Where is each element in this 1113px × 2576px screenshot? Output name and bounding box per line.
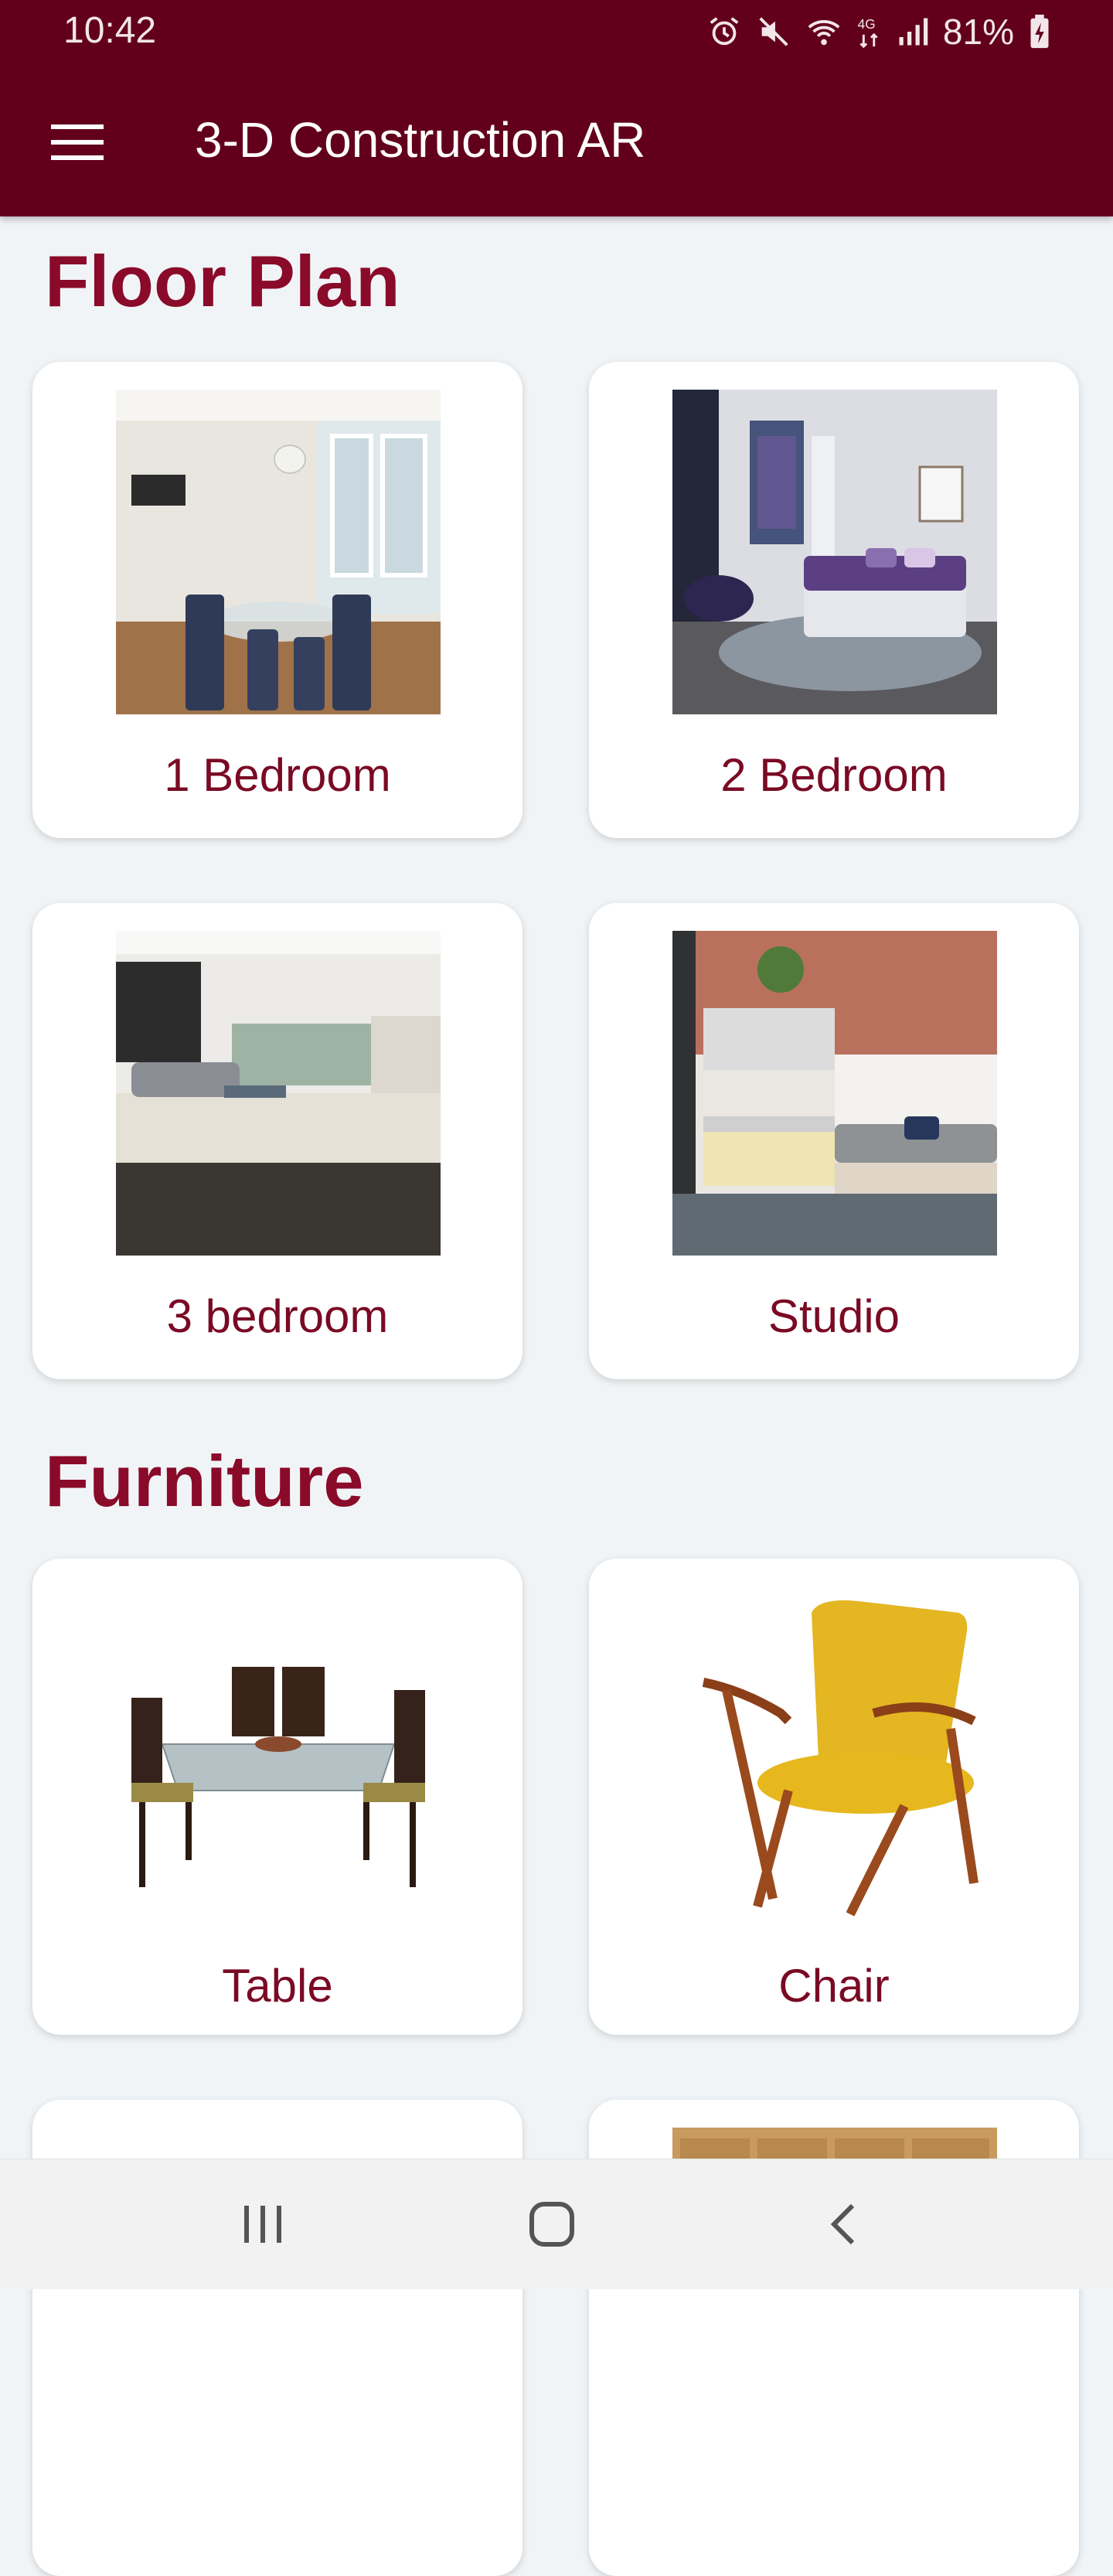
signal-icon	[899, 18, 928, 46]
recent-apps-button[interactable]	[224, 2193, 301, 2255]
thumb-studio	[672, 931, 997, 1256]
card-chair[interactable]: Chair	[589, 1559, 1079, 2035]
status-time: 10:42	[63, 10, 157, 51]
card-table[interactable]: Table	[32, 1559, 522, 2035]
back-button[interactable]	[804, 2193, 881, 2255]
wifi-icon	[808, 20, 840, 46]
card-label: Studio	[768, 1290, 900, 1342]
card-label: 2 Bedroom	[720, 749, 948, 801]
thumb-2-bedroom	[672, 390, 997, 714]
hamburger-menu-icon	[51, 124, 104, 160]
card-3-bedroom[interactable]: 3 bedroom	[32, 903, 522, 1379]
recent-apps-icon	[244, 2206, 281, 2243]
status-bar: 10:42 4G 81%	[0, 0, 1113, 65]
battery-charging-icon	[1030, 14, 1049, 49]
app-bar: 3-D Construction AR	[0, 65, 1113, 216]
thumb-3-bedroom	[116, 931, 441, 1256]
section-title-furniture: Furniture	[45, 1440, 364, 1521]
svg-text:4G: 4G	[858, 16, 876, 32]
home-button[interactable]	[513, 2193, 591, 2255]
card-label: 1 Bedroom	[164, 749, 391, 801]
battery-percent: 81%	[942, 12, 1014, 52]
home-icon	[529, 2202, 574, 2247]
card-label: 3 bedroom	[166, 1290, 389, 1342]
menu-button[interactable]	[39, 111, 116, 173]
section-title-floor-plan: Floor Plan	[45, 240, 400, 322]
app-title: 3-D Construction AR	[195, 112, 646, 168]
card-studio[interactable]: Studio	[589, 903, 1079, 1379]
back-icon	[830, 2203, 855, 2245]
alarm-icon	[710, 17, 739, 46]
status-icons: 4G 81%	[706, 11, 1051, 53]
card-1-bedroom[interactable]: 1 Bedroom	[32, 362, 522, 838]
card-2-bedroom[interactable]: 2 Bedroom	[589, 362, 1079, 838]
thumb-1-bedroom	[116, 390, 441, 714]
card-label: Table	[222, 1960, 333, 2012]
mute-icon	[759, 17, 788, 46]
4g-icon: 4G	[858, 16, 878, 49]
card-label: Chair	[778, 1960, 890, 2012]
system-nav-bar	[0, 2159, 1113, 2289]
thumb-chair	[672, 1582, 997, 1937]
thumb-table	[116, 1582, 441, 1937]
